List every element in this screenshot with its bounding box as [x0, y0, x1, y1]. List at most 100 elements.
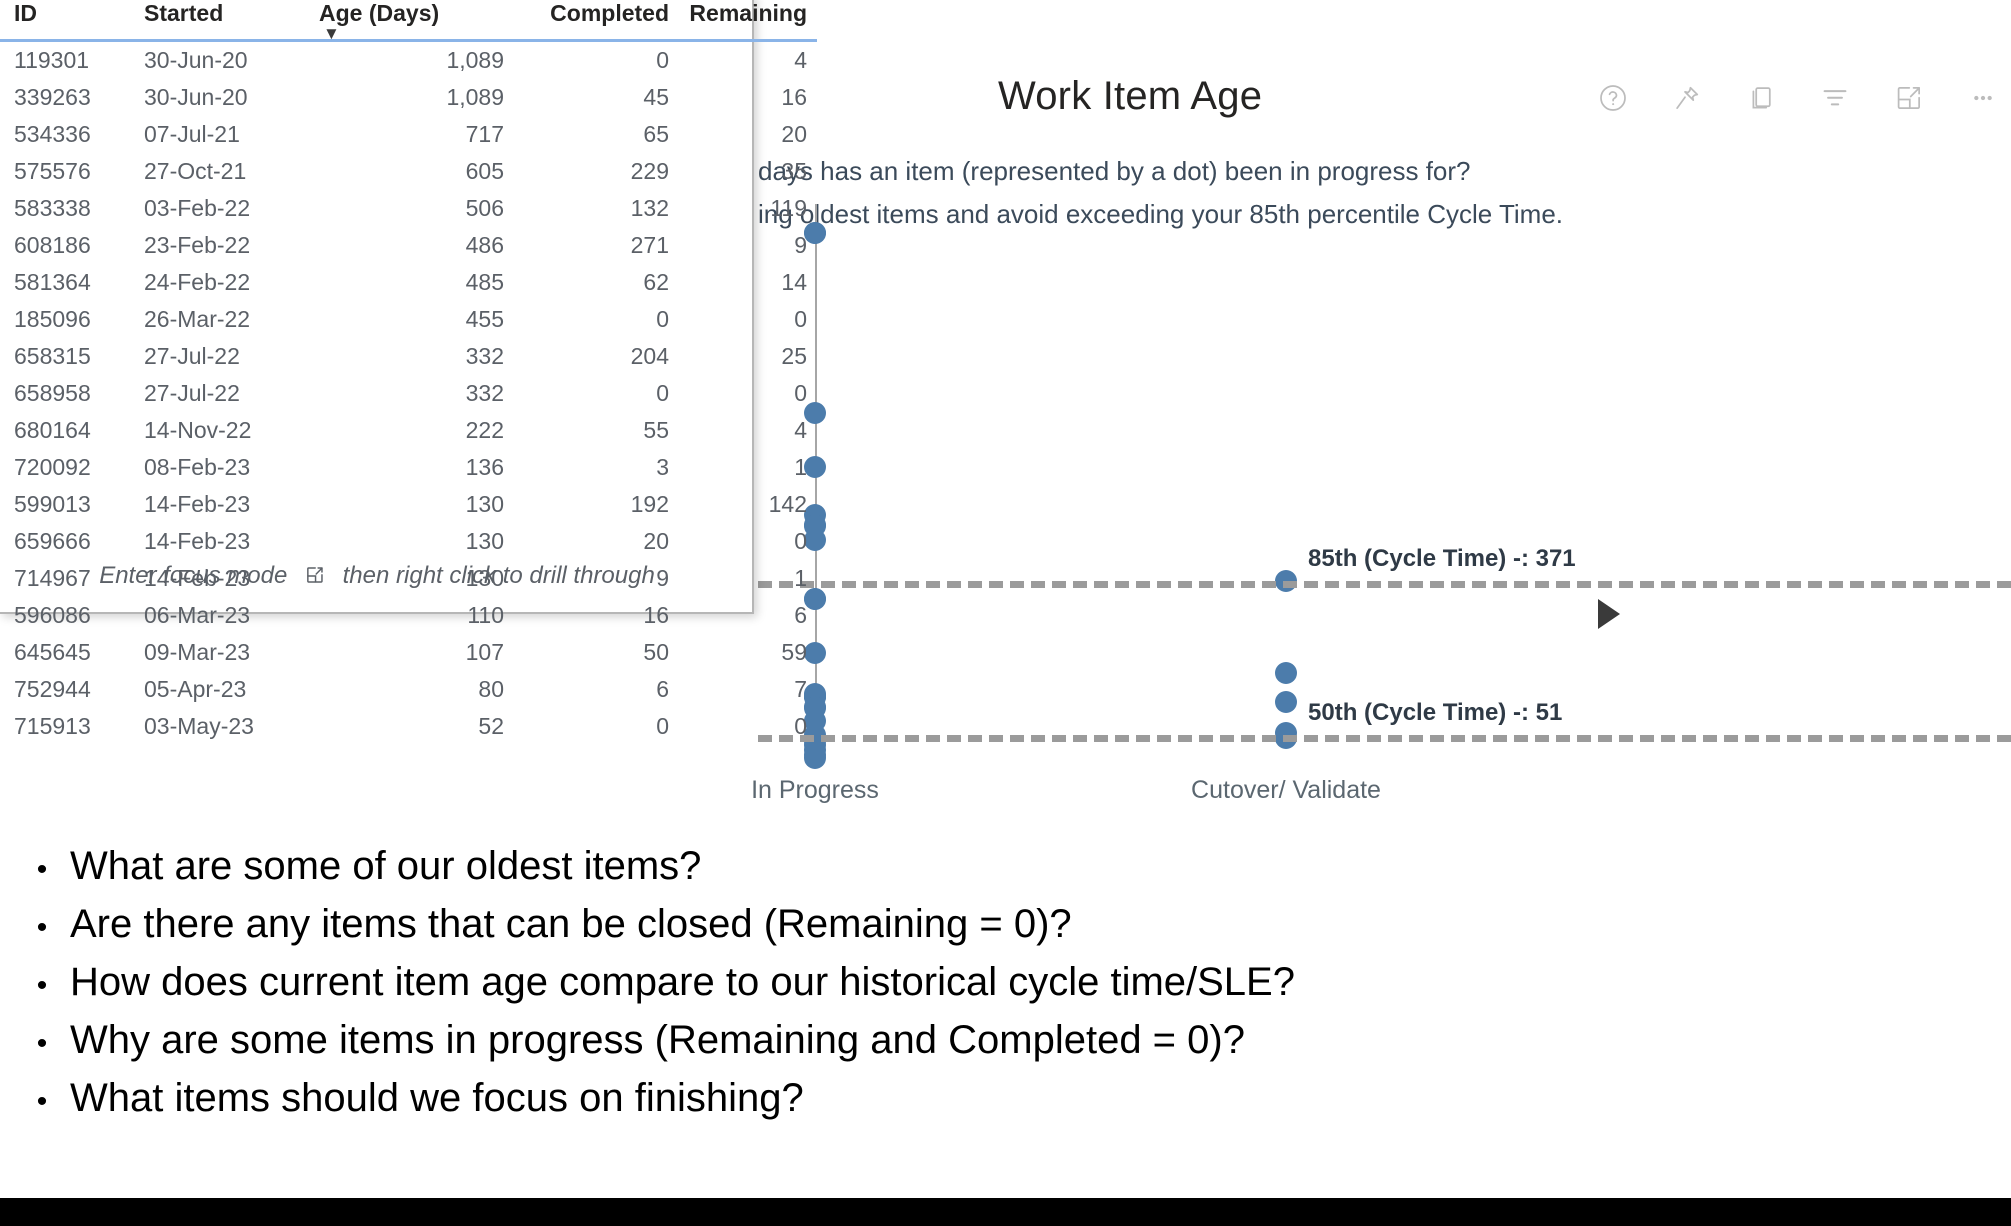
help-icon[interactable] [1597, 82, 1629, 114]
cell-age-days: 485 [465, 269, 504, 295]
drillthrough-caret-icon [1598, 599, 1620, 629]
table-row[interactable]: 752944 05-Apr-23 80 6 7 [0, 671, 817, 708]
cell-age-days: 455 [465, 306, 504, 332]
bullet-text: What are some of our oldest items? [70, 844, 702, 888]
cell-remaining: 6 [794, 602, 807, 628]
column-header-started[interactable]: Started [144, 0, 319, 42]
column-header-id[interactable]: ID [0, 0, 144, 42]
cell-id: 659666 [14, 528, 91, 554]
focus-mode-icon-inline[interactable] [302, 564, 328, 586]
table-row[interactable]: 715913 03-May-23 52 0 0 [0, 708, 817, 745]
cell-remaining: 16 [781, 84, 807, 110]
table-row[interactable]: 185096 26-Mar-22 455 0 0 [0, 301, 817, 338]
chart-title: Work Item Age [998, 74, 1263, 118]
cell-completed: 0 [656, 713, 669, 739]
cell-remaining: 7 [794, 676, 807, 702]
cell-started: 24-Feb-22 [144, 269, 251, 295]
focus-mode-icon[interactable] [1893, 82, 1925, 114]
bullet-marker-icon: • [36, 1085, 48, 1118]
cell-id: 119301 [14, 47, 90, 73]
table-row[interactable]: 534336 07-Jul-21 717 65 20 [0, 116, 817, 153]
cell-remaining: 0 [794, 306, 807, 332]
table-row[interactable]: 720092 08-Feb-23 136 3 1 [0, 449, 817, 486]
bullet-marker-icon: • [36, 969, 48, 1002]
slide-canvas: Work Item Age days has an item (represen… [0, 0, 2011, 1226]
table-row[interactable]: 119301 30-Jun-20 1,089 0 4 [0, 41, 817, 80]
scatter-dot[interactable] [804, 746, 826, 769]
work-item-table-tooltip[interactable]: ID Started Age (Days) ▼ Completed Remain… [0, 0, 817, 739]
table-body: 119301 30-Jun-20 1,089 0 4 339263 30-Jun-20 1,0… [0, 41, 817, 746]
table-row[interactable]: 658958 27-Jul-22 332 0 0 [0, 375, 817, 412]
cell-age-days: 80 [478, 676, 504, 702]
sort-descending-caret-icon: ▼ [323, 24, 340, 43]
table-row[interactable]: 599013 14-Feb-23 130 192 142 [0, 486, 817, 523]
table-row[interactable]: 596086 06-Mar-23 110 16 6 [0, 597, 817, 634]
cell-remaining: 1 [794, 454, 807, 480]
cell-id: 720092 [14, 454, 91, 480]
bullet-text: What items should we focus on finishing? [70, 1076, 804, 1120]
cell-id: 339263 [14, 84, 91, 110]
cell-id: 658315 [14, 343, 91, 369]
column-header-age-days[interactable]: Age (Days) ▼ [319, 0, 514, 43]
table-row[interactable]: 645645 09-Mar-23 107 50 59 [0, 634, 817, 671]
cell-started: 27-Jul-22 [144, 380, 240, 406]
bullet-marker-icon: • [36, 1027, 48, 1060]
table-row[interactable]: 658315 27-Jul-22 332 204 25 [0, 338, 817, 375]
cell-remaining: 119 [770, 195, 807, 221]
table-row[interactable]: 339263 30-Jun-20 1,089 45 16 [0, 79, 817, 116]
chart-plot-area[interactable]: 85th (Cycle Time) -: 371 50th (Cycle Time… [751, 176, 2011, 804]
more-options-icon[interactable] [1967, 82, 1999, 114]
cell-started: 30-Jun-20 [144, 47, 248, 73]
table-row[interactable]: 575576 27-Oct-21 605 229 35 [0, 153, 817, 190]
table-footer-hint: Enter focus mode then right click to dri… [0, 562, 754, 590]
cell-remaining: 4 [794, 417, 807, 443]
bullet-item: • What are some of our oldest items? [14, 840, 1914, 896]
cell-started: 27-Oct-21 [144, 158, 247, 184]
cell-age-days: 136 [465, 454, 504, 480]
category-axis-label[interactable]: Cutover/ Validate [1191, 776, 1381, 805]
table-footer-suffix: then right click to drill through [342, 562, 655, 589]
cell-completed: 16 [643, 602, 669, 628]
cell-id: 596086 [14, 602, 91, 628]
filter-icon[interactable] [1819, 82, 1851, 114]
cell-id: 752944 [14, 676, 91, 702]
cell-remaining: 0 [794, 528, 807, 554]
table-row[interactable]: 659666 14-Feb-23 130 20 0 [0, 523, 817, 560]
cell-age-days: 332 [465, 380, 504, 406]
reference-line [758, 580, 2011, 588]
cell-age-days: 222 [465, 417, 504, 443]
copy-icon[interactable] [1745, 82, 1777, 114]
work-item-age-chart-card[interactable]: Work Item Age days has an item (represen… [751, 26, 2011, 826]
cell-completed: 6 [656, 676, 669, 702]
cell-id: 581364 [14, 269, 91, 295]
table-row[interactable]: 608186 23-Feb-22 486 271 9 [0, 227, 817, 264]
cell-age-days: 110 [467, 602, 504, 628]
cell-completed: 50 [643, 639, 669, 665]
bullet-item: • What items should we focus on finishing… [14, 1072, 1914, 1128]
table-row[interactable]: 583338 03-Feb-22 506 132 119 [0, 190, 817, 227]
cell-started: 30-Jun-20 [144, 84, 248, 110]
cell-completed: 0 [656, 380, 669, 406]
cell-age-days: 107 [465, 639, 504, 665]
cell-id: 658958 [14, 380, 91, 406]
cell-id: 608186 [14, 232, 91, 258]
cell-id: 715913 [14, 713, 91, 739]
table-row[interactable]: 581364 24-Feb-22 485 62 14 [0, 264, 817, 301]
bullet-marker-icon: • [36, 853, 48, 886]
cell-started: 08-Feb-23 [144, 454, 251, 480]
scatter-dot[interactable] [1275, 661, 1297, 684]
column-header-remaining[interactable]: Remaining [679, 0, 817, 42]
cell-completed: 62 [643, 269, 669, 295]
cell-remaining: 9 [794, 232, 807, 258]
cell-started: 26-Mar-22 [144, 306, 251, 332]
pin-icon[interactable] [1671, 82, 1703, 114]
cell-id: 534336 [14, 121, 91, 147]
cell-completed: 229 [630, 158, 669, 184]
scatter-dot[interactable] [1275, 690, 1297, 713]
category-axis-label[interactable]: In Progress [751, 776, 879, 805]
cell-id: 599013 [14, 491, 91, 517]
table-row[interactable]: 680164 14-Nov-22 222 55 4 [0, 412, 817, 449]
reference-line-label: 85th (Cycle Time) -: 371 [1308, 544, 1576, 572]
column-header-completed[interactable]: Completed [514, 0, 679, 42]
cell-remaining: 25 [781, 343, 807, 369]
